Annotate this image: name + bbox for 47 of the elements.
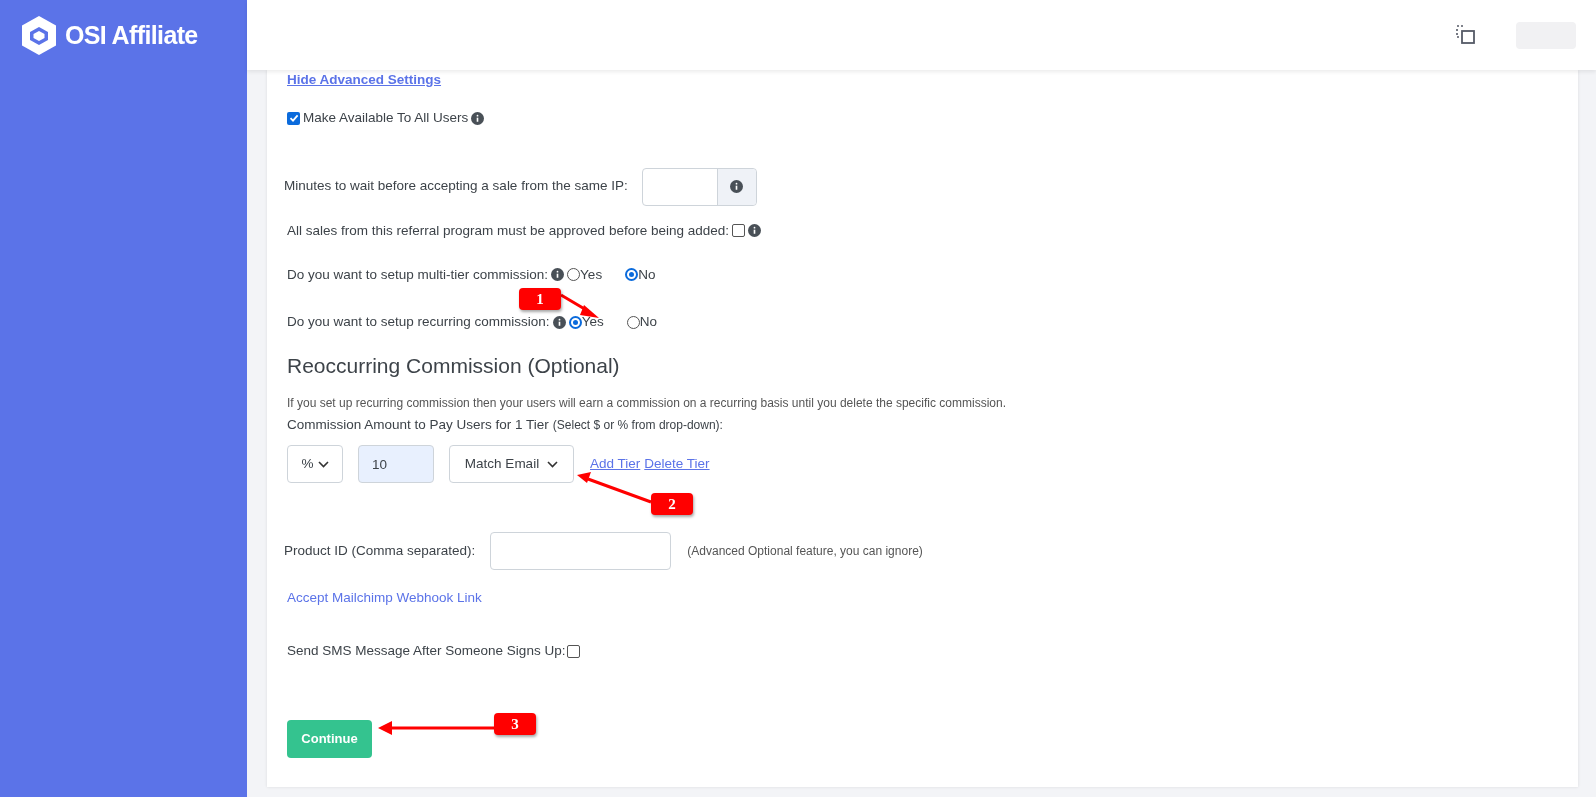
radio-button[interactable]: [568, 315, 582, 329]
checkbox[interactable]: [732, 224, 745, 238]
radio-label: No: [638, 265, 656, 284]
product-id-input[interactable]: [490, 532, 672, 570]
radio-label: Yes: [580, 265, 603, 284]
field-label: Minutes to wait before accepting a sale from the same IP:: [284, 177, 628, 196]
radio-label: Yes: [581, 313, 604, 331]
tier-link[interactable]: Add Tier: [590, 453, 641, 475]
chevron-down-icon: [547, 460, 559, 468]
radio-button[interactable]: [567, 268, 581, 282]
checkbox-label: Make Available To All Users: [303, 109, 469, 128]
field-label: Send SMS Message After Someone Signs Up:: [287, 642, 566, 661]
minutes-input-group[interactable]: [641, 167, 757, 206]
section-title: Reoccurring Commission (Optional): [287, 353, 620, 380]
field-hint: (Select $ or % from drop-down):: [552, 416, 723, 434]
info-icon: [471, 111, 485, 125]
logo-icon: [21, 15, 57, 56]
annotation-callout: 2: [651, 493, 693, 515]
annotation-callout: 1: [519, 288, 561, 310]
annotation-callout: 3: [494, 713, 536, 735]
amount-input[interactable]: 10: [358, 445, 434, 483]
annotation-arrow: [560, 293, 599, 318]
field-label: Product ID (Comma separated):: [284, 541, 476, 560]
field-label: Commission Amount to Pay Users for 1 Tier: [287, 415, 549, 434]
field-label: Do you want to setup recurring commission:: [287, 313, 550, 331]
continue-button[interactable]: Continue: [287, 719, 372, 758]
field-note: (Advanced Optional feature, you can ignore): [687, 543, 923, 560]
unit-dropdown[interactable]: %: [287, 445, 343, 483]
info-icon: [551, 268, 565, 282]
radio-button[interactable]: [626, 315, 640, 329]
field-label: All sales from this referral program must be approved before being added:: [287, 221, 729, 240]
chevron-down-icon: [317, 460, 329, 468]
mailchimp-webhook-link[interactable]: Accept Mailchimp Webhook Link: [287, 588, 482, 609]
tier-link[interactable]: Delete Tier: [644, 453, 710, 475]
match-dropdown[interactable]: Match Email: [449, 445, 574, 483]
section-description: If you set up recurring commission then your users will earn a commission on a recurring basis until you delete the specific commission.: [287, 394, 1006, 412]
copy-icon[interactable]: [1456, 25, 1476, 45]
brand-name: OSI Affiliate: [65, 19, 198, 51]
hide-advanced-settings-link[interactable]: Hide Advanced Settings: [287, 70, 442, 91]
radio-label: No: [639, 313, 657, 331]
checkbox[interactable]: [287, 111, 300, 125]
info-icon: [730, 180, 744, 193]
checkbox[interactable]: [567, 644, 581, 658]
field-label: Do you want to setup multi-tier commission:: [287, 265, 549, 284]
radio-button[interactable]: [625, 268, 639, 282]
info-icon: [552, 315, 566, 329]
info-icon: [748, 224, 761, 238]
